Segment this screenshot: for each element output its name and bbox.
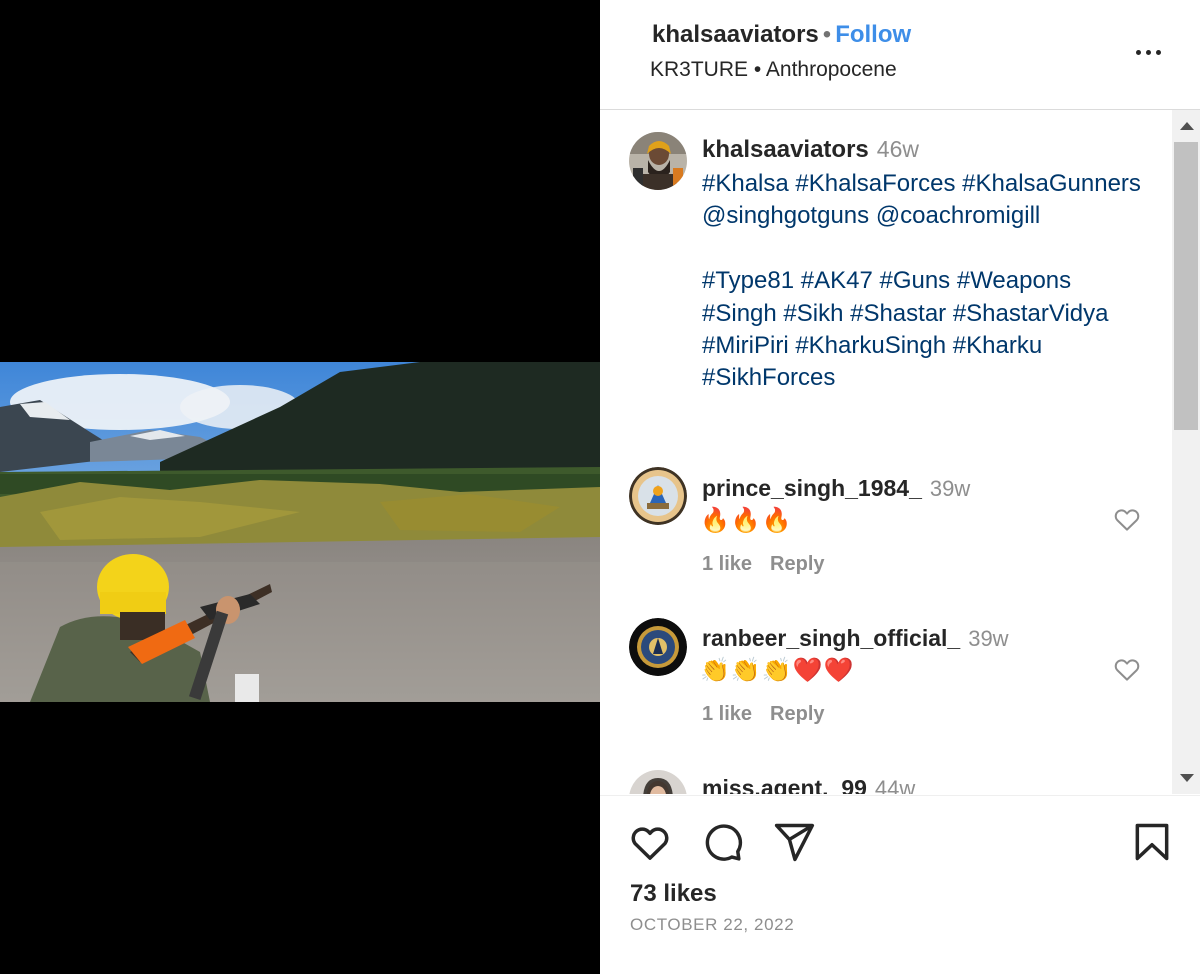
post-media[interactable] <box>0 0 600 974</box>
comment-time: 39w <box>929 476 971 501</box>
follow-button[interactable]: Follow <box>835 21 911 48</box>
bookmark-icon[interactable] <box>1130 820 1174 864</box>
comment-heart-icon[interactable] <box>1112 654 1142 684</box>
caption-username[interactable]: khalsaaviators <box>702 136 869 163</box>
comment-icon[interactable] <box>700 820 744 864</box>
header-username[interactable]: khalsaaviators <box>652 21 819 48</box>
post-date: OCTOBER 22, 2022 <box>630 915 795 934</box>
comment-username-line: miss.agent._99 44w <box>702 775 915 794</box>
post-side-panel: khalsaaviators • Follow KR3TURE • Anthropo… <box>600 0 1200 974</box>
caption-time: 46w <box>876 136 919 162</box>
post-actions: 73 likes OCTOBER 22, 2022 <box>600 795 1200 975</box>
post-header: khalsaaviators • Follow KR3TURE • Anthropo… <box>600 0 1200 110</box>
heart-icon[interactable] <box>628 820 672 864</box>
comment-username[interactable]: ranbeer_singh_official_ <box>702 625 960 651</box>
scroll-up-arrow-icon[interactable] <box>1180 122 1194 130</box>
comments-section: khalsaaviators 46w #Khalsa #KhalsaForces … <box>600 110 1172 794</box>
comment-like-count[interactable]: 1 like <box>702 553 752 575</box>
comment-heart-icon[interactable] <box>1112 504 1142 534</box>
comment-avatar[interactable] <box>629 770 687 794</box>
audio-track[interactable]: KR3TURE • Anthropocene <box>650 58 897 82</box>
reply-button[interactable]: Reply <box>770 553 824 575</box>
comment-time: 39w <box>968 626 1009 651</box>
caption-text[interactable]: #Khalsa #KhalsaForces #KhalsaGunners @si… <box>702 168 1152 395</box>
video-frame[interactable] <box>0 362 600 702</box>
comment-username-line: ranbeer_singh_official_ 39w <box>702 625 1009 652</box>
comments-scrollbar[interactable] <box>1172 110 1200 794</box>
comment-username-line: prince_singh_1984_ 39w <box>702 475 970 502</box>
comment-username[interactable]: prince_singh_1984_ <box>702 475 922 501</box>
likes-count[interactable]: 73 likes <box>630 880 717 908</box>
comment-time: 44w <box>874 776 916 794</box>
header-username-line: khalsaaviators • Follow <box>652 21 911 49</box>
comment-avatar[interactable] <box>629 467 687 525</box>
comment-like-count[interactable]: 1 like <box>702 703 752 725</box>
scrollbar-thumb[interactable] <box>1174 142 1198 430</box>
comment-meta: 1 like Reply <box>702 553 843 576</box>
caption-avatar[interactable] <box>629 132 687 190</box>
paper-plane-icon[interactable] <box>772 820 816 864</box>
scroll-down-arrow-icon[interactable] <box>1180 774 1194 782</box>
comment-avatar[interactable] <box>629 618 687 676</box>
more-options-icon[interactable] <box>1136 46 1168 58</box>
reply-button[interactable]: Reply <box>770 703 824 725</box>
comment-username[interactable]: miss.agent._99 <box>702 775 867 794</box>
comment-meta: 1 like Reply <box>702 703 843 726</box>
caption-username-line: khalsaaviators 46w <box>702 136 919 164</box>
header-separator: • <box>822 21 832 48</box>
comment-text: 🔥🔥🔥 <box>700 507 793 534</box>
comment-text: 👏👏👏❤️❤️ <box>700 657 855 684</box>
